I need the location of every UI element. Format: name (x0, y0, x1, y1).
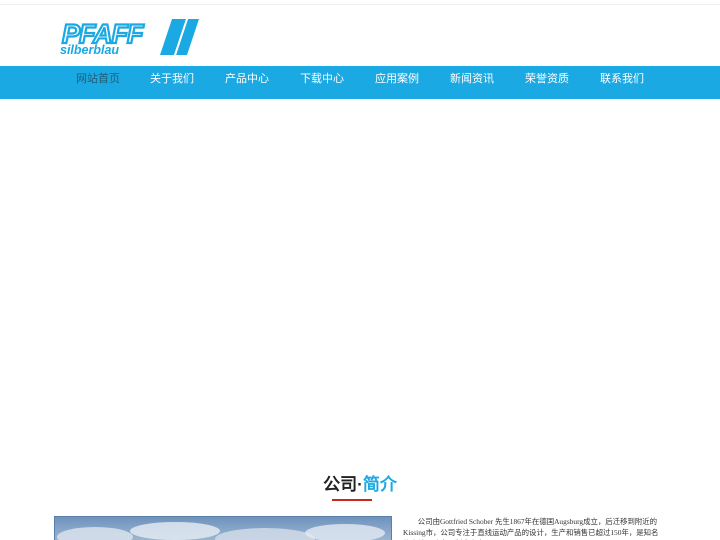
nav-item-about[interactable]: 关于我们 (134, 66, 210, 99)
intro-section-title: 公司·简介 (0, 470, 720, 495)
pfaff-silberblau-logo[interactable]: PFAFF silberblau (60, 17, 200, 57)
logo-graphic: PFAFF silberblau (60, 18, 199, 57)
site-header: PFAFF silberblau (0, 5, 720, 66)
nav-item-news[interactable]: 新闻资讯 (434, 66, 510, 99)
nav-item-downloads[interactable]: 下载中心 (284, 66, 360, 99)
hero-banner (0, 99, 720, 459)
nav-item-products[interactable]: 产品中心 (209, 66, 285, 99)
title-underline (332, 499, 372, 501)
nav-item-honors[interactable]: 荣誉资质 (509, 66, 585, 99)
intro-title-right: 简介 (362, 475, 397, 494)
main-nav: 网站首页 关于我们 产品中心 下载中心 应用案例 新闻资讯 荣誉资质 联系我们 (0, 66, 720, 99)
nav-item-cases[interactable]: 应用案例 (359, 66, 435, 99)
company-photo (54, 516, 392, 540)
nav-item-contact[interactable]: 联系我们 (584, 66, 660, 99)
svg-text:silberblau: silberblau (60, 43, 119, 57)
sky-photo-graphic (55, 517, 391, 540)
nav-item-home[interactable]: 网站首页 (60, 66, 136, 99)
intro-paragraph: 公司由Gottfried Schober 先生1867年在德国Augsburg成… (403, 517, 659, 540)
intro-title-left: 公司· (323, 475, 363, 494)
